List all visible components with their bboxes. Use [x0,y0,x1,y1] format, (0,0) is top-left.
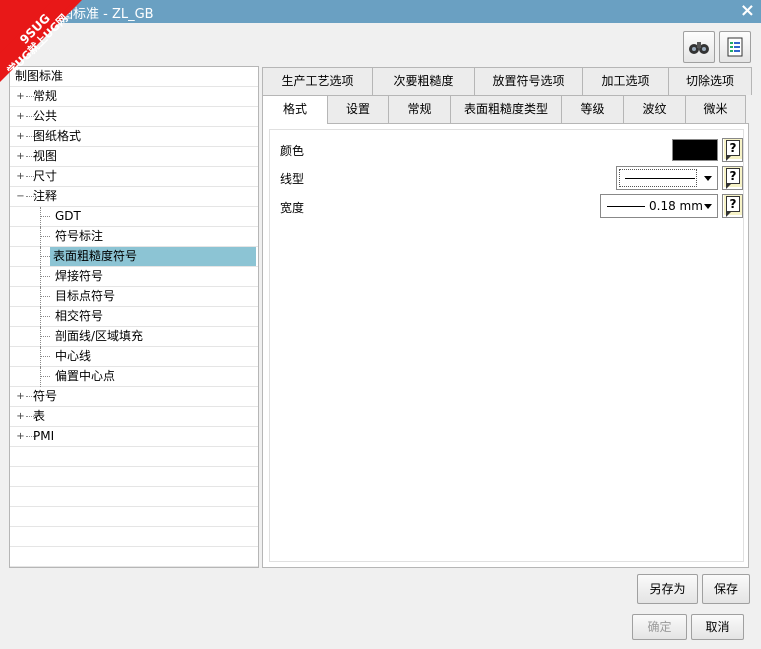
tree-empty-row [10,487,258,507]
tree-empty-row [10,467,258,487]
tree-item-pmi[interactable]: + PMI [10,427,258,447]
chevron-down-icon [704,204,712,209]
tab-secondary-roughness[interactable]: 次要粗糙度 [372,67,475,95]
color-help-icon[interactable]: ? [722,138,743,162]
tree-item-hatch[interactable]: 剖面线/区域填充 [10,327,258,347]
tab-process-options[interactable]: 生产工艺选项 [262,67,373,95]
solid-line-sample [625,178,695,179]
tree-item-centerline[interactable]: 中心线 [10,347,258,367]
tree-item-view[interactable]: + 视图 [10,147,258,167]
tree-item-weld-symbol[interactable]: 焊接符号 [10,267,258,287]
expand-icon[interactable]: + [16,412,25,422]
tree-item-intersection[interactable]: 相交符号 [10,307,258,327]
tree-item-general[interactable]: + 常规 [10,87,258,107]
tree-item-annotation[interactable]: − 注释 [10,187,258,207]
color-label: 颜色 [280,144,305,158]
tab-micron[interactable]: 微米 [685,95,746,123]
save-as-button[interactable]: 另存为 [637,574,698,604]
tab-grade[interactable]: 等级 [561,95,624,123]
close-button[interactable]: × [740,0,755,21]
chevron-down-icon [704,176,712,181]
tab-row-2: 格式 设置 常规 表面粗糙度类型 等级 波纹 微米 [262,95,746,124]
tree-empty-row [10,547,258,567]
tab-placement-options[interactable]: 放置符号选项 [474,67,583,95]
tab-roughness-type[interactable]: 表面粗糙度类型 [450,95,562,123]
tree-empty-row [10,447,258,467]
tree-item-table[interactable]: + 表 [10,407,258,427]
tree-item-dimension[interactable]: + 尺寸 [10,167,258,187]
format-panel-body: 颜色 ? 线型 ? 宽度 0.18 mm ? [269,129,744,562]
tab-row-1: 生产工艺选项 次要粗糙度 放置符号选项 加工选项 切除选项 [262,67,752,95]
tab-settings[interactable]: 设置 [327,95,389,123]
expand-icon[interactable]: + [16,132,25,142]
standards-tree: 制图标准 + 常规 + 公共 + 图纸格式 + 视图 + 尺寸 − 注释 GDT… [9,66,259,568]
tab-format[interactable]: 格式 [262,95,328,124]
expand-icon[interactable]: + [16,392,25,402]
format-panel: 颜色 ? 线型 ? 宽度 0.18 mm ? [262,123,749,568]
tree-root-label: 制图标准 [15,69,64,83]
expand-icon[interactable]: + [16,112,25,122]
tree-item-offset-center[interactable]: 偏置中心点 [10,367,258,387]
color-swatch[interactable] [672,139,718,161]
tab-machining-options[interactable]: 加工选项 [582,67,669,95]
binoculars-icon[interactable] [683,31,715,63]
tree-root[interactable]: 制图标准 [10,67,258,87]
tree-empty-row [10,507,258,527]
tree-empty-row [10,527,258,547]
tab-general[interactable]: 常规 [388,95,451,123]
expand-icon[interactable]: + [16,172,25,182]
cancel-button[interactable]: 取消 [691,614,744,640]
linetype-help-icon[interactable]: ? [722,166,743,190]
expand-icon[interactable]: + [16,152,25,162]
tree-item-target-point[interactable]: 目标点符号 [10,287,258,307]
width-dropdown[interactable]: 0.18 mm [600,194,718,218]
expand-icon[interactable]: + [16,92,25,102]
settings-sheet-icon[interactable] [719,31,751,63]
expand-icon[interactable]: + [16,432,25,442]
linetype-dropdown[interactable] [616,166,718,190]
tree-item-common[interactable]: + 公共 [10,107,258,127]
ok-button[interactable]: 确定 [632,614,687,640]
tab-cutoff-options[interactable]: 切除选项 [668,67,752,95]
save-button[interactable]: 保存 [702,574,750,604]
width-label: 宽度 [280,201,305,215]
width-value: 0.18 mm [649,199,703,213]
tree-item-gdt[interactable]: GDT [10,207,258,227]
tree-item-surface-roughness[interactable]: 表面粗糙度符号 [10,247,258,267]
collapse-icon[interactable]: − [16,192,25,202]
title-bar: 图标准 - ZL_GB × [0,0,761,23]
tree-item-symbol-label[interactable]: 符号标注 [10,227,258,247]
width-help-icon[interactable]: ? [722,194,743,218]
width-line-sample [607,206,645,207]
window-title: 图标准 - ZL_GB [60,7,154,22]
top-toolbar [683,31,751,63]
linetype-label: 线型 [280,172,305,186]
tab-waviness[interactable]: 波纹 [623,95,686,123]
tree-item-symbol[interactable]: + 符号 [10,387,258,407]
tree-item-drawing-format[interactable]: + 图纸格式 [10,127,258,147]
